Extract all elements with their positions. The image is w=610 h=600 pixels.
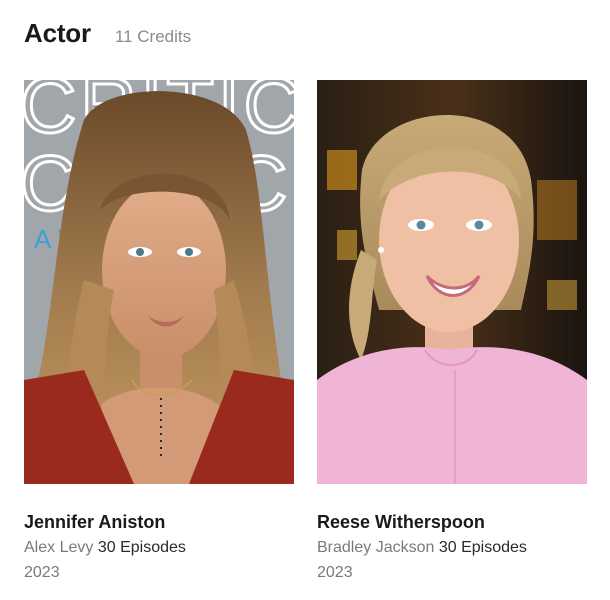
actor-name[interactable]: Jennifer Aniston bbox=[24, 512, 294, 533]
character-name: Alex Levy bbox=[24, 539, 94, 556]
role-line: Bradley Jackson 30 Episodes bbox=[317, 539, 587, 557]
section-header: Actor 11 Credits bbox=[24, 18, 191, 49]
actor-photo[interactable]: CRITICS CHOICE AWARDS bbox=[24, 80, 294, 484]
cast-card[interactable]: Reese Witherspoon Bradley Jackson 30 Epi… bbox=[317, 80, 587, 582]
actor-photo[interactable] bbox=[317, 80, 587, 484]
episode-count: 30 Episodes bbox=[438, 539, 527, 556]
pink-top bbox=[317, 347, 587, 484]
episode-count: 30 Episodes bbox=[97, 539, 186, 556]
character-name: Bradley Jackson bbox=[317, 539, 435, 556]
credit-year: 2023 bbox=[317, 564, 353, 581]
credit-year: 2023 bbox=[24, 564, 60, 581]
section-title: Actor bbox=[24, 18, 91, 48]
face bbox=[102, 182, 226, 358]
cast-card[interactable]: CRITICS CHOICE AWARDS Jennifer Aniston A… bbox=[24, 80, 294, 582]
role-line: Alex Levy 30 Episodes bbox=[24, 539, 294, 557]
credits-count: 11 Credits bbox=[114, 27, 192, 46]
actor-name[interactable]: Reese Witherspoon bbox=[317, 512, 587, 533]
